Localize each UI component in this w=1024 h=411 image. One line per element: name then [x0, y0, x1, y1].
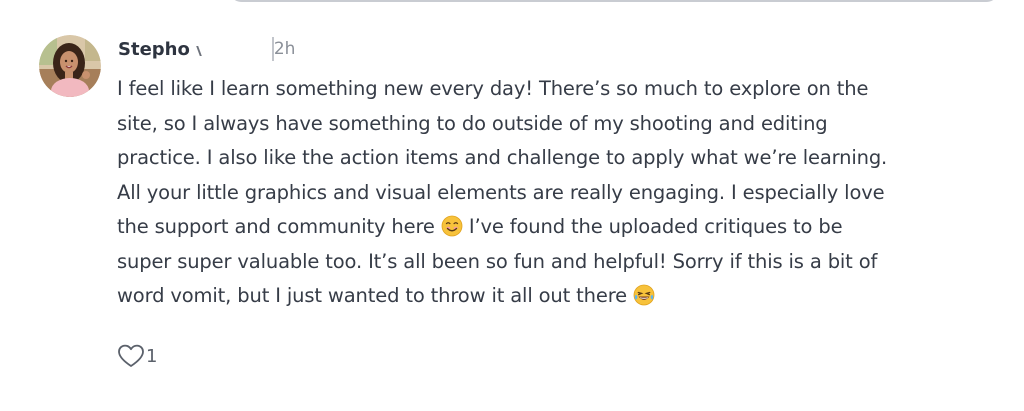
- comment-line: word vomit, but I just wanted to throw i…: [117, 279, 997, 314]
- heart-outline-icon: [117, 343, 145, 369]
- comment-line: practice. I also like the action items a…: [117, 146, 888, 169]
- comment-line: site, so I always have something to do o…: [117, 111, 828, 135]
- comment-text: the support and community here: [117, 215, 435, 238]
- comment-text: word vomit, but I just wanted to throw i…: [117, 284, 628, 307]
- comment-header: Stepho 2h: [118, 36, 295, 62]
- avatar-photo: [39, 35, 101, 97]
- like-button[interactable]: 1: [117, 343, 157, 369]
- avatar[interactable]: [39, 35, 101, 97]
- reply-input-box[interactable]: [228, 0, 1000, 2]
- smiling-face-emoji: [441, 215, 463, 237]
- comment-text: I’ve found the uploaded critiques to be: [462, 215, 843, 238]
- redaction-box: [195, 37, 274, 61]
- tears-of-joy-emoji: [633, 284, 655, 306]
- comment-line: the support and community here I’ve foun…: [117, 210, 997, 245]
- comment-line: super super valuable too. It’s all been …: [117, 249, 878, 273]
- comment-body: I feel like I learn something new every …: [117, 72, 997, 314]
- author-name[interactable]: Stepho: [118, 39, 190, 60]
- comment-actions: 1: [117, 343, 157, 369]
- like-count: 1: [146, 345, 158, 367]
- comment-line: All your little graphics and visual elem…: [117, 180, 885, 204]
- timestamp: 2h: [273, 39, 296, 59]
- comment-line: I feel like I learn something new every …: [117, 77, 869, 100]
